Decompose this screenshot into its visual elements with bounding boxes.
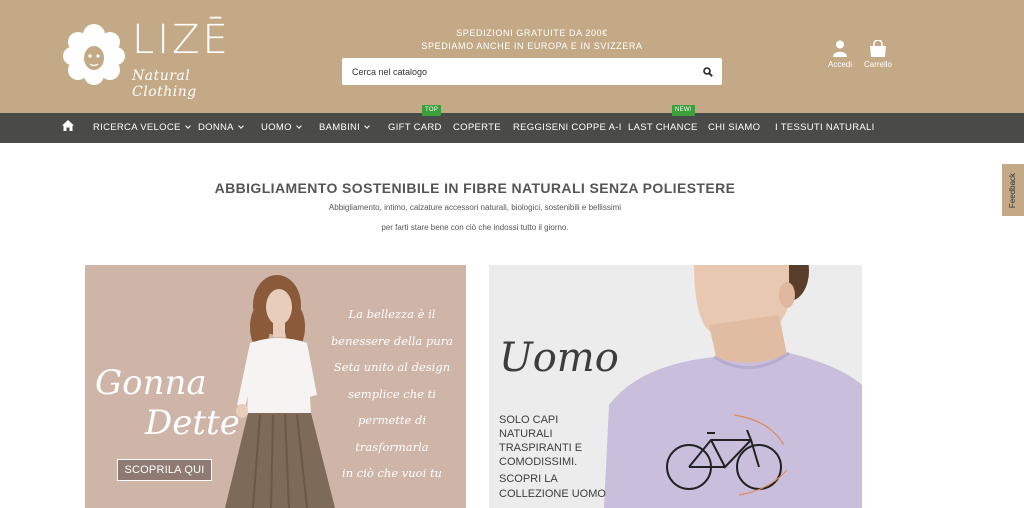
men-text-line: SOLO CAPI NATURALI [499,414,559,440]
nav-home[interactable] [62,113,74,143]
quote-line: La bellezza è il [348,307,436,321]
new-badge: NEW! [672,105,695,116]
brand-logo[interactable]: LIZĒ Natural Clothing [62,17,232,100]
page-title: ABBIGLIAMENTO SOSTENIBILE IN FIBRE NATUR… [214,180,736,196]
men-collection-link[interactable]: SCOPRI LA COLLEZIONE UOMO [499,472,614,502]
quote-line: benessere della pura [330,333,454,348]
banner-men-title: Uomo [499,335,619,381]
men-cta-line: COLLEZIONE UOMO [499,488,606,500]
main-navigation: RICERCA VELOCE DONNA UOMO BAMBINI GIFT C… [0,105,1024,143]
home-icon [62,120,74,131]
nav-label: RICERCA VELOCE [93,122,181,133]
chevron-down-icon [184,123,191,129]
site-header: LIZĒ Natural Clothing SPEDIZIONI GRATUIT… [0,0,1024,113]
intro-description-2: per farti stare bene con ciò che indossi… [381,223,569,232]
intro-description-1: Abbigliamento, intimo, calzature accesso… [328,203,622,212]
quote-line: in ciò che vuoi tu [342,466,442,480]
shopping-bag-icon [870,40,886,57]
nav-reggiseni[interactable]: REGGISENI COPPE A-I [513,113,622,143]
men-text-line: TRASPIRANTI E [499,442,583,454]
top-badge: TOP [422,105,442,116]
promo-line-1: SPEDIZIONI GRATUITE DA 200€ [456,28,608,38]
nav-label: BAMBINI [319,122,361,133]
nav-chi-siamo[interactable]: CHI SIAMO [708,113,760,143]
chevron-down-icon [364,123,371,129]
quote-line: Seta unito al design [333,360,451,374]
men-cta-line: SCOPRI LA [499,473,558,485]
chevron-down-icon [295,123,302,129]
quote-line: permette di [357,413,427,427]
chevron-down-icon [237,123,244,129]
search-input[interactable] [342,58,692,85]
nav-bambini[interactable]: BAMBINI [319,113,371,143]
nav-label: GIFT CARD [388,122,442,133]
search-bar [342,58,722,85]
sheep-logo-icon [63,24,125,85]
nav-label: COPERTE [453,122,501,133]
login-label: Accedi [827,60,852,69]
cart-link[interactable]: Carrello [853,40,903,69]
banner-title-line-1: Gonna [95,363,207,403]
men-collection-banner[interactable]: Uomo SOLO CAPI NATURALI TRASPIRANTI E CO… [489,265,862,508]
nav-last-chance[interactable]: LAST CHANCE NEW! [628,105,698,143]
nav-label: LAST CHANCE [628,122,698,133]
feedback-label: Feedback [1008,172,1018,208]
nav-label: REGGISENI COPPE A-I [513,122,622,133]
nav-uomo[interactable]: UOMO [261,113,302,143]
brand-name: LIZĒ [132,17,231,63]
user-icon [833,40,847,57]
banner-men-text: SOLO CAPI NATURALI TRASPIRANTI E COMODIS… [499,413,614,469]
promo-line-2: SPEDIAMO ANCHE IN EUROPA E IN SVIZZERA [421,41,643,51]
brand-tagline: Natural Clothing [132,68,197,100]
nav-ricerca-veloce[interactable]: RICERCA VELOCE [93,113,191,143]
nav-label: DONNA [198,122,234,133]
nav-gift-card[interactable]: GIFT CARD TOP [388,105,442,143]
quote-line: semplice che ti [348,386,436,401]
nav-label: UOMO [261,122,292,133]
nav-label: CHI SIAMO [708,122,761,133]
nav-donna[interactable]: DONNA [198,113,244,143]
banner-quote: La bellezza è il benessere della pura Se… [317,301,466,487]
shipping-promo: SPEDIZIONI GRATUITE DA 200€ SPEDIAMO ANC… [400,27,664,53]
banner-title-line-2: Dette [145,403,240,443]
feedback-tab[interactable]: Feedback [1002,164,1024,216]
nav-coperte[interactable]: COPERTE [453,113,501,143]
men-text-line: COMODISSIMI. [499,456,578,468]
nav-tessuti-naturali[interactable]: I TESSUTI NATURALI [775,113,875,143]
women-skirt-banner[interactable]: Gonna Dette SCOPRILA QUI La bellezza è i… [85,265,466,508]
nav-label: I TESSUTI NATURALI [775,122,875,133]
quote-line: trasformarla [355,439,429,454]
cart-label: Carrello [863,60,892,69]
search-button[interactable] [694,58,722,85]
search-icon [703,66,713,77]
discover-button[interactable]: SCOPRILA QUI [117,459,212,481]
